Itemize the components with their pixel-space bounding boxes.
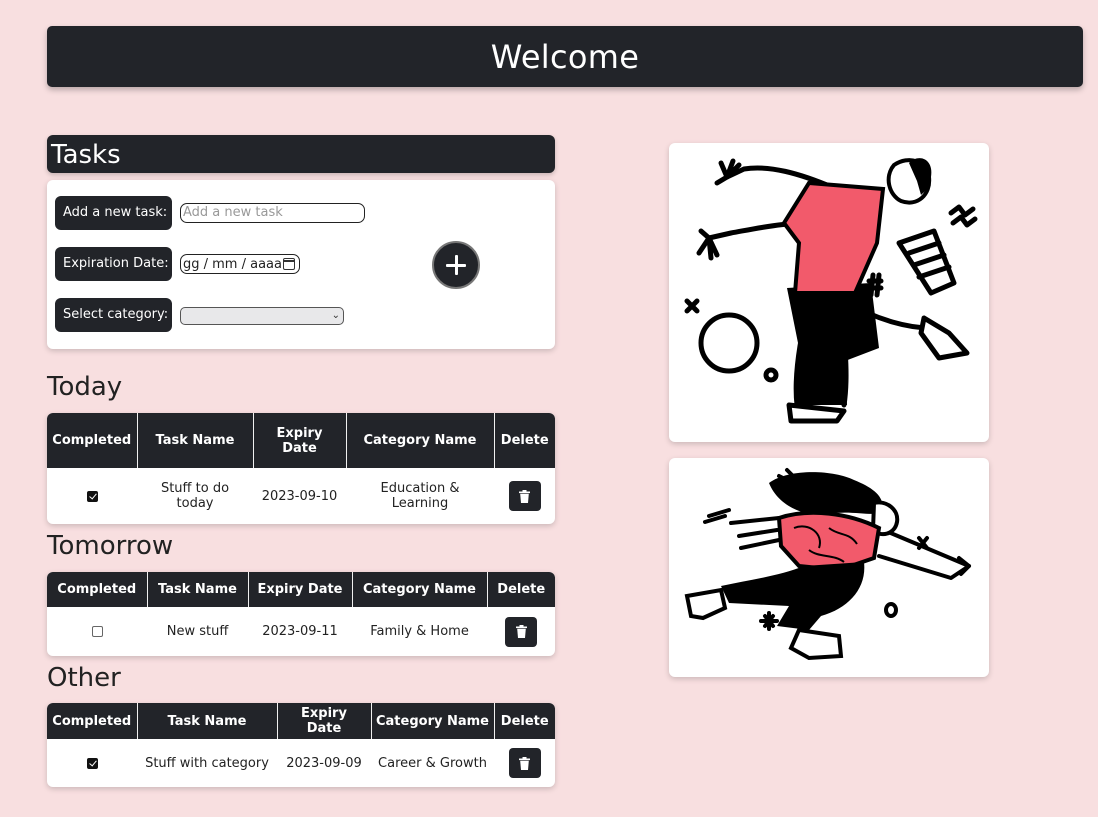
column-header-expiry-date: Expiry Date bbox=[277, 703, 372, 739]
dancing-man-illustration bbox=[669, 143, 989, 442]
running-woman-illustration bbox=[669, 458, 989, 677]
trash-icon bbox=[515, 625, 527, 638]
expiry-date-cell: 2023-09-11 bbox=[262, 624, 338, 639]
column-header-task-name: Task Name bbox=[137, 703, 278, 739]
expiry-date-cell: 2023-09-10 bbox=[261, 488, 338, 504]
page-title: Welcome bbox=[490, 37, 640, 76]
add-task-button[interactable] bbox=[432, 241, 480, 289]
delete-button[interactable] bbox=[505, 616, 537, 647]
table-row: New stuff 2023-09-11 Family & Home bbox=[47, 607, 555, 656]
delete-button[interactable] bbox=[508, 481, 541, 511]
task-name-cell: Stuff to do today bbox=[160, 481, 230, 511]
chevron-down-icon: ⌄ bbox=[331, 310, 340, 321]
column-header-completed: Completed bbox=[47, 572, 148, 607]
column-header-completed: Completed bbox=[47, 413, 138, 468]
tasks-section-title: Tasks bbox=[47, 135, 555, 173]
task-name-cell: Stuff with category bbox=[145, 755, 269, 771]
category-cell: Career & Growth bbox=[378, 755, 487, 771]
column-header-task-name: Task Name bbox=[147, 572, 249, 607]
group-title-tomorrow: Tomorrow bbox=[47, 531, 174, 561]
column-header-completed: Completed bbox=[47, 703, 138, 739]
column-header-expiry-date: Expiry Date bbox=[248, 572, 353, 607]
select-category-label: Select category: bbox=[55, 298, 172, 332]
group-title-today: Today bbox=[47, 372, 123, 402]
column-header-expiry-date: Expiry Date bbox=[253, 413, 347, 468]
column-header-delete: Delete bbox=[487, 572, 555, 607]
category-cell: Family & Home bbox=[370, 624, 469, 639]
calendar-icon[interactable] bbox=[283, 258, 295, 270]
completed-checkbox[interactable] bbox=[91, 626, 103, 637]
column-header-category-name: Category Name bbox=[352, 572, 488, 607]
column-header-delete: Delete bbox=[494, 413, 555, 468]
group-title-other: Other bbox=[47, 663, 121, 693]
expiry-date-cell: 2023-09-09 bbox=[286, 755, 362, 771]
expiration-date-input[interactable]: gg / mm / aaaa bbox=[180, 254, 300, 274]
completed-checkbox[interactable] bbox=[86, 757, 98, 769]
column-header-category-name: Category Name bbox=[346, 413, 495, 468]
column-header-category-name: Category Name bbox=[371, 703, 495, 739]
tomorrow-table: Completed Task Name Expiry Date Category… bbox=[47, 572, 555, 656]
other-table: Completed Task Name Expiry Date Category… bbox=[47, 703, 555, 787]
add-task-input[interactable]: Add a new task bbox=[180, 203, 365, 223]
date-placeholder: gg / mm / aaaa bbox=[183, 256, 282, 272]
today-table: Completed Task Name Expiry Date Category… bbox=[47, 413, 555, 524]
header-bar: Welcome bbox=[47, 26, 1083, 87]
completed-checkbox[interactable] bbox=[86, 490, 98, 502]
column-header-task-name: Task Name bbox=[137, 413, 254, 468]
add-task-label: Add a new task: bbox=[55, 196, 172, 230]
add-task-form: Add a new task: Add a new task Expiratio… bbox=[47, 180, 555, 349]
task-name-cell: New stuff bbox=[166, 624, 229, 639]
expiration-date-label: Expiration Date: bbox=[55, 247, 172, 281]
table-row: Stuff with category 2023-09-09 Career & … bbox=[47, 739, 555, 787]
trash-icon bbox=[519, 489, 530, 503]
dancing-man-image bbox=[684, 158, 978, 424]
table-row: Stuff to do today 2023-09-10 Education &… bbox=[47, 468, 555, 524]
delete-button[interactable] bbox=[508, 748, 541, 778]
category-cell: Education & Learning bbox=[380, 481, 460, 511]
running-woman-image bbox=[684, 468, 971, 661]
category-select[interactable]: ⌄ bbox=[180, 307, 344, 325]
trash-icon bbox=[519, 756, 530, 770]
column-header-delete: Delete bbox=[494, 703, 555, 739]
plus-icon bbox=[446, 255, 466, 275]
